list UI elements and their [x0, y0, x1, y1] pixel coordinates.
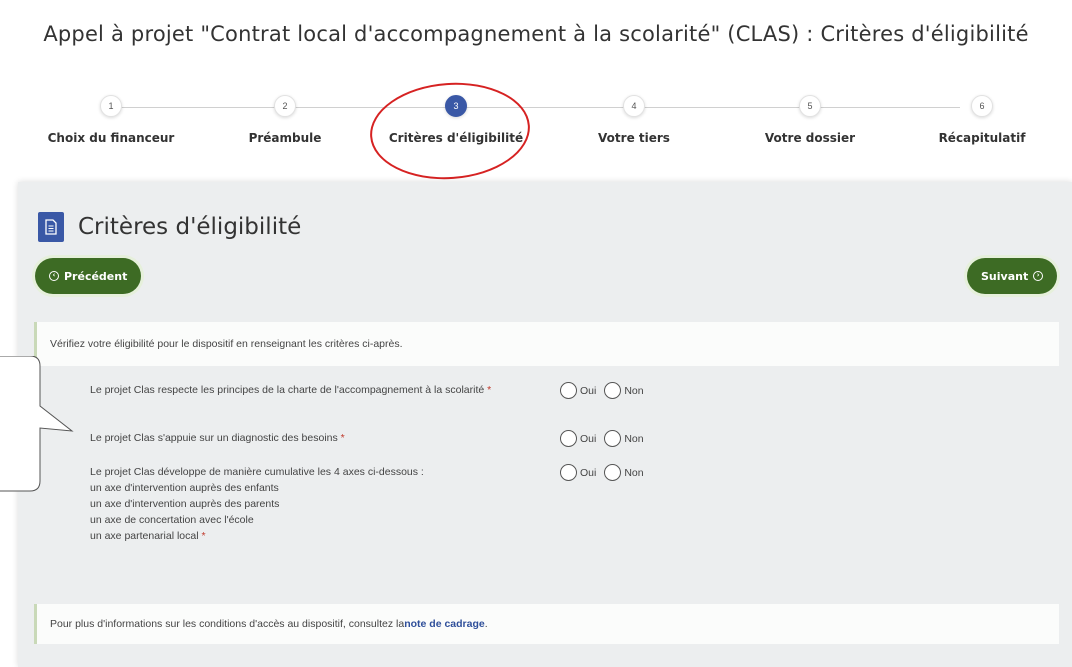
footer-info-box: Pour plus d'informations sur les conditi… [34, 604, 1059, 644]
criterion-2: Le projet Clas s'appuie sur un diagnosti… [90, 430, 990, 464]
criterion-3-radios: Oui Non [560, 464, 652, 481]
criterion-text: Le projet Clas s'appuie sur un diagnosti… [90, 430, 530, 446]
panel-header: Critères d'éligibilité [38, 212, 301, 242]
footer-text: Pour plus d'informations sur les conditi… [50, 618, 405, 630]
criterion-text: Le projet Clas développe de manière cumu… [90, 464, 530, 544]
intro-box: Vérifiez votre éligibilité pour le dispo… [34, 322, 1059, 366]
next-label: Suivant [981, 269, 1029, 283]
radio-circle[interactable] [604, 430, 622, 447]
eligibility-panel: Critères d'éligibilité ‹ Précédent Suiva… [18, 182, 1072, 667]
step-label: Récapitulatif [938, 131, 1026, 145]
criterion-line: Le projet Clas s'appuie sur un diagnosti… [90, 432, 338, 444]
step-number: 2 [274, 95, 296, 117]
step-label: Votre tiers [598, 131, 670, 145]
radio-label: Oui [580, 432, 597, 445]
criterion-line: un axe partenarial local [90, 530, 199, 542]
speech-bubble-callout [0, 356, 74, 492]
step-label: Choix du financeur [47, 131, 175, 145]
footer-end: . [484, 618, 488, 630]
radio-label: Non [624, 384, 644, 397]
criterion-1: Le projet Clas respecte les principes de… [90, 382, 990, 430]
step-number: 6 [971, 95, 993, 117]
criterion-text: Le projet Clas respecte les principes de… [90, 382, 530, 398]
radio-circle[interactable] [560, 430, 577, 447]
document-icon [38, 212, 64, 242]
radio-label: Oui [580, 466, 597, 479]
required-marker: * [201, 530, 206, 542]
radio-circle[interactable] [560, 382, 577, 399]
step-6[interactable]: 6 Récapitulatif [892, 95, 1072, 145]
radio-label: Non [624, 432, 644, 445]
required-marker: * [487, 384, 492, 396]
radio-oui[interactable]: Oui [560, 382, 596, 399]
criterion-line: un axe d'intervention auprès des enfants [90, 482, 279, 494]
previous-label: Précédent [64, 269, 128, 283]
radio-circle[interactable] [604, 464, 622, 481]
step-1[interactable]: 1 Choix du financeur [21, 95, 201, 145]
step-2[interactable]: 2 Préambule [195, 95, 375, 145]
step-number: 4 [623, 95, 645, 117]
page-title: Appel à projet "Contrat local d'accompag… [43, 22, 1029, 46]
intro-text: Vérifiez votre éligibilité pour le dispo… [50, 338, 403, 350]
radio-label: Non [624, 466, 644, 479]
radio-circle[interactable] [604, 382, 622, 399]
criterion-line: Le projet Clas développe de manière cumu… [90, 466, 424, 478]
previous-button[interactable]: ‹ Précédent [35, 258, 142, 294]
criterion-line: un axe d'intervention auprès des parents [90, 498, 280, 510]
note-de-cadrage-link[interactable]: note de cadrage [404, 618, 485, 630]
radio-label: Oui [580, 384, 597, 397]
criterion-line: un axe de concertation avec l'école [90, 514, 254, 526]
step-number: 5 [799, 95, 821, 117]
radio-circle[interactable] [560, 464, 577, 481]
criterion-1-radios: Oui Non [560, 382, 652, 399]
criterion-line: Le projet Clas respecte les principes de… [90, 384, 485, 396]
step-number: 1 [100, 95, 122, 117]
radio-non[interactable]: Non [604, 430, 644, 447]
radio-non[interactable]: Non [604, 382, 644, 399]
criterion-3: Le projet Clas développe de manière cumu… [90, 464, 990, 564]
next-button[interactable]: Suivant › [967, 258, 1058, 294]
step-label: Votre dossier [764, 131, 856, 145]
criterion-2-radios: Oui Non [560, 430, 652, 447]
radio-oui[interactable]: Oui [560, 464, 596, 481]
required-marker: * [340, 432, 345, 444]
step-5[interactable]: 5 Votre dossier [720, 95, 900, 145]
arrow-left-icon: ‹ [49, 271, 59, 281]
radio-oui[interactable]: Oui [560, 430, 596, 447]
criteria-list: Le projet Clas respecte les principes de… [90, 382, 990, 564]
step-4[interactable]: 4 Votre tiers [544, 95, 724, 145]
step-label: Préambule [248, 131, 322, 145]
stepper: 1 Choix du financeur 2 Préambule 3 Critè… [0, 95, 1072, 165]
highlight-ellipse [366, 77, 534, 185]
panel-title: Critères d'éligibilité [78, 214, 302, 240]
arrow-right-icon: › [1033, 271, 1044, 281]
radio-non[interactable]: Non [604, 464, 644, 481]
